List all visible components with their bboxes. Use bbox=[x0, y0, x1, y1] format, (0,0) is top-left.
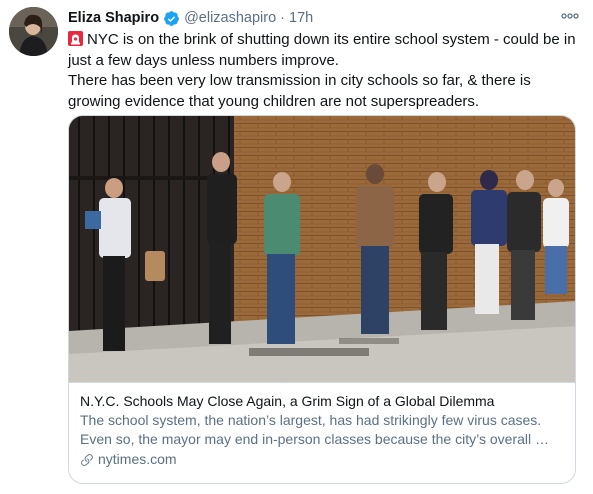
more-options-icon[interactable] bbox=[561, 8, 579, 24]
rotating-light-icon bbox=[68, 31, 83, 46]
link-card-body[interactable]: N.Y.C. Schools May Close Again, a Grim S… bbox=[69, 382, 575, 483]
tweet-text-line-1-content: NYC is on the brink of shutting down its… bbox=[68, 31, 576, 69]
link-card-domain: nytimes.com bbox=[98, 451, 177, 467]
link-card[interactable]: N.Y.C. Schools May Close Again, a Grim S… bbox=[68, 115, 576, 484]
tweet-header: Eliza Shapiro @elizashapiro · 17h bbox=[68, 8, 581, 28]
link-card-description: The school system, the nation’s largest,… bbox=[80, 412, 549, 447]
separator-dot: · bbox=[280, 10, 286, 26]
tweet-text: NYC is on the brink of shutting down its… bbox=[68, 30, 578, 112]
author-name[interactable]: Eliza Shapiro bbox=[68, 10, 159, 26]
link-card-title: N.Y.C. Schools May Close Again, a Grim S… bbox=[80, 393, 495, 409]
tweet-text-line-1: NYC is on the brink of shutting down its… bbox=[68, 30, 578, 71]
link-icon bbox=[80, 453, 94, 467]
tweet-text-line-2: There has been very low transmission in … bbox=[68, 72, 531, 110]
article-photo bbox=[69, 116, 575, 382]
author-handle[interactable]: @elizashapiro bbox=[184, 10, 276, 26]
avatar-image bbox=[9, 7, 58, 56]
link-card-domain-row: nytimes.com bbox=[80, 450, 564, 469]
avatar[interactable] bbox=[9, 7, 58, 56]
verified-badge-icon bbox=[163, 10, 180, 27]
tweet-timestamp[interactable]: 17h bbox=[289, 10, 313, 26]
tweet[interactable]: Eliza Shapiro @elizashapiro · 17h NYC is… bbox=[0, 0, 593, 494]
